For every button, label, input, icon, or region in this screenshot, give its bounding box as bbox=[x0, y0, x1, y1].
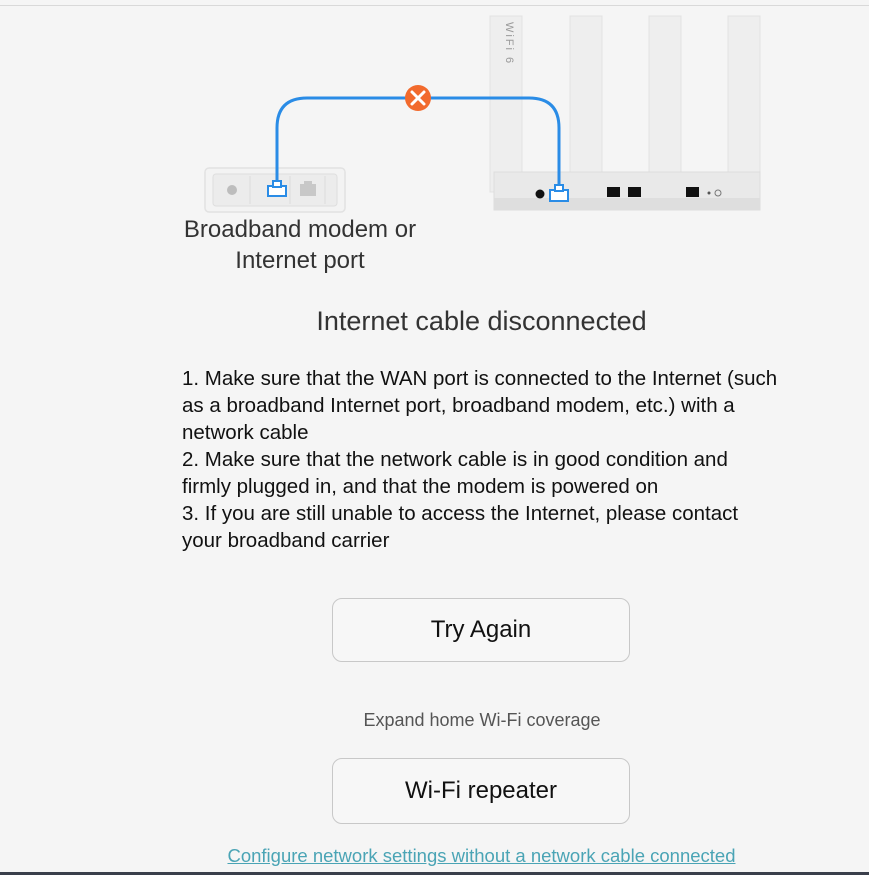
status-title: Internet cable disconnected bbox=[316, 306, 647, 336]
expand-coverage-label: Expand home Wi-Fi coverage bbox=[363, 710, 601, 730]
modem-label: Broadband modem or Internet port bbox=[150, 214, 450, 276]
router-brand-text: WiFi 6 bbox=[503, 22, 515, 65]
instruction-1: 1. Make sure that the WAN port is connec… bbox=[182, 367, 778, 444]
modem-label-line2: Internet port bbox=[235, 247, 365, 274]
try-again-button[interactable]: Try Again bbox=[332, 598, 630, 662]
x-icon bbox=[405, 85, 431, 111]
instruction-3: 3. If you are still unable to access the… bbox=[182, 502, 739, 552]
configure-without-cable-link[interactable]: Configure network settings without a net… bbox=[160, 845, 803, 867]
router-illustration: WiFi 6 bbox=[489, 15, 761, 211]
modem-label-line1: Broadband modem or bbox=[183, 216, 417, 243]
wifi-repeater-button[interactable]: Wi-Fi repeater bbox=[332, 758, 630, 824]
instruction-2: 2. Make sure that the network cable is i… bbox=[182, 448, 728, 498]
instructions: 1. Make sure that the WAN port is connec… bbox=[182, 365, 782, 554]
